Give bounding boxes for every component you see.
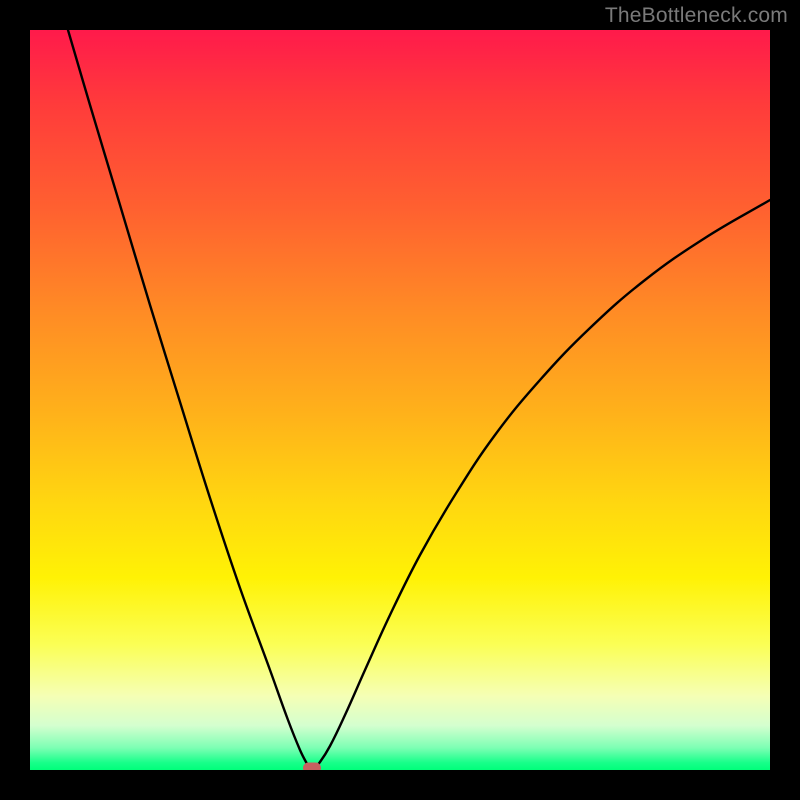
watermark-text: TheBottleneck.com bbox=[605, 4, 788, 28]
bottleneck-curve bbox=[68, 30, 770, 769]
bottleneck-marker bbox=[303, 763, 321, 771]
chart-frame: TheBottleneck.com bbox=[0, 0, 800, 800]
plot-area bbox=[30, 30, 770, 770]
curve-svg bbox=[30, 30, 770, 770]
